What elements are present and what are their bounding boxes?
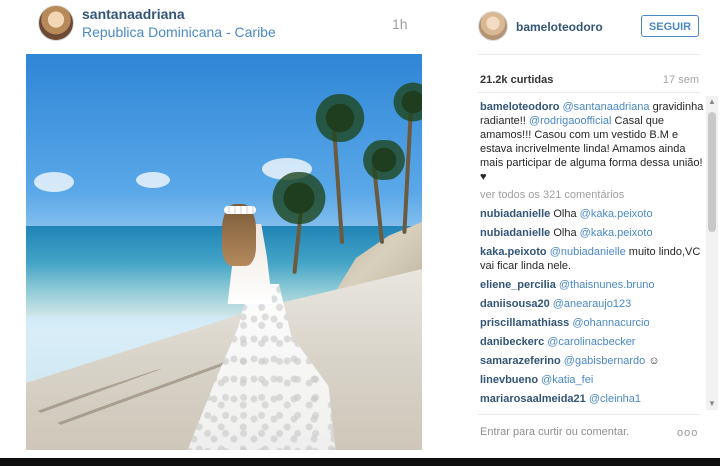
comment-item: priscillamathiass @ohannacurcio bbox=[480, 316, 706, 330]
comment-item: samarazeferino @gabisbernardo ☺ bbox=[480, 354, 706, 368]
palm-leaves bbox=[388, 82, 422, 122]
comment-mention[interactable]: @ohannacurcio bbox=[572, 317, 649, 329]
post-location[interactable]: Republica Dominicana - Caribe bbox=[82, 24, 276, 40]
view-all-comments-link[interactable]: ver todos os 321 comentários bbox=[480, 188, 706, 202]
post-author-username[interactable]: santanaadriana bbox=[82, 6, 185, 22]
comment-item: mariarosaalmeida21 @cleinha1 bbox=[480, 392, 706, 406]
comment-item: nubiadanielle Olha @kaka.peixoto bbox=[480, 226, 706, 240]
follow-button[interactable]: SEGUIR bbox=[641, 15, 699, 37]
comment-tail: ☺ bbox=[648, 355, 660, 367]
comment-mention[interactable]: @cleinha1 bbox=[589, 393, 641, 405]
comment-user[interactable]: nubiadanielle bbox=[480, 227, 550, 239]
comment-item: kaka.peixoto @nubiadanielle muito lindo,… bbox=[480, 245, 706, 273]
palm-leaves bbox=[264, 172, 334, 224]
comment-mention[interactable]: @kaka.peixoto bbox=[580, 208, 653, 220]
post-panel: santanaadriana Republica Dominicana - Ca… bbox=[0, 0, 441, 466]
post-photo[interactable] bbox=[26, 54, 422, 450]
post-header: santanaadriana Republica Dominicana - Ca… bbox=[0, 0, 440, 54]
post-age: 17 sem bbox=[662, 74, 699, 86]
comment-mention[interactable]: @anearaujo123 bbox=[553, 298, 631, 310]
palm-leaves bbox=[356, 140, 412, 180]
flower-crown bbox=[224, 206, 256, 214]
caption: bameloteodoro @santanaadriana gravidinha… bbox=[480, 100, 706, 184]
comment-mention[interactable]: @carolinacbecker bbox=[547, 336, 635, 348]
comment-mention[interactable]: @nubiadanielle bbox=[550, 246, 626, 258]
comment-mention[interactable]: @katia_fei bbox=[541, 374, 593, 386]
header-divider bbox=[478, 54, 700, 55]
comment-user[interactable]: priscillamathiass bbox=[480, 317, 569, 329]
scrollbar-thumb[interactable] bbox=[708, 112, 716, 232]
comment-user[interactable]: eliene_percilia bbox=[480, 279, 556, 291]
comments-scrollbar[interactable]: ▲ ▼ bbox=[706, 96, 718, 410]
comment-user[interactable]: mariarosaalmeida21 bbox=[480, 393, 586, 405]
comment-user[interactable]: linevbueno bbox=[480, 374, 538, 386]
caption-mention[interactable]: @santanaadriana bbox=[563, 101, 650, 113]
bottom-strip bbox=[0, 458, 720, 466]
cloud-shape bbox=[34, 172, 74, 192]
comment-user[interactable]: daniisousa20 bbox=[480, 298, 550, 310]
palm-leaves bbox=[308, 94, 372, 142]
comment-item: daniisousa20 @anearaujo123 bbox=[480, 297, 706, 311]
likes-divider bbox=[478, 92, 700, 93]
post-time: 1h bbox=[392, 16, 408, 32]
comment-item: nubiadanielle Olha @kaka.peixoto bbox=[480, 207, 706, 221]
more-options-icon[interactable]: ooo bbox=[677, 427, 698, 439]
comment-mention[interactable]: @thaisnunes.bruno bbox=[559, 279, 655, 291]
panel-username[interactable]: bameloteodoro bbox=[516, 20, 603, 34]
comment-item: danibeckerc @carolinacbecker bbox=[480, 335, 706, 349]
comments-list: bameloteodoro @santanaadriana gravidinha… bbox=[480, 100, 706, 408]
comment-user[interactable]: kaka.peixoto bbox=[480, 246, 547, 258]
comment-item: linevbueno @katia_fei bbox=[480, 373, 706, 387]
comment-user[interactable]: nubiadanielle bbox=[480, 208, 550, 220]
comments-divider bbox=[478, 414, 700, 415]
comment-mention[interactable]: @gabisbernardo bbox=[564, 355, 646, 367]
scroll-up-arrow-icon[interactable]: ▲ bbox=[706, 96, 718, 108]
comment-user[interactable]: samarazeferino bbox=[480, 355, 561, 367]
scroll-down-arrow-icon[interactable]: ▼ bbox=[706, 398, 718, 410]
comment-text: Olha bbox=[553, 208, 577, 220]
comment-input[interactable]: Entrar para curtir ou comentar. bbox=[480, 426, 629, 438]
comment-mention[interactable]: @kaka.peixoto bbox=[580, 227, 653, 239]
comment-text: Olha bbox=[553, 227, 577, 239]
likes-count[interactable]: 21.2k curtidas bbox=[480, 74, 553, 86]
caption-user[interactable]: bameloteodoro bbox=[480, 101, 559, 113]
caption-mention[interactable]: @rodrigaoofficial bbox=[529, 115, 612, 127]
commenter-avatar[interactable] bbox=[478, 11, 508, 41]
cloud-shape bbox=[136, 172, 170, 188]
comment-item: eliene_percilia @thaisnunes.bruno bbox=[480, 278, 706, 292]
post-author-avatar[interactable] bbox=[38, 5, 74, 41]
details-panel: bameloteodoro SEGUIR 21.2k curtidas 17 s… bbox=[440, 0, 720, 466]
comment-user[interactable]: danibeckerc bbox=[480, 336, 544, 348]
